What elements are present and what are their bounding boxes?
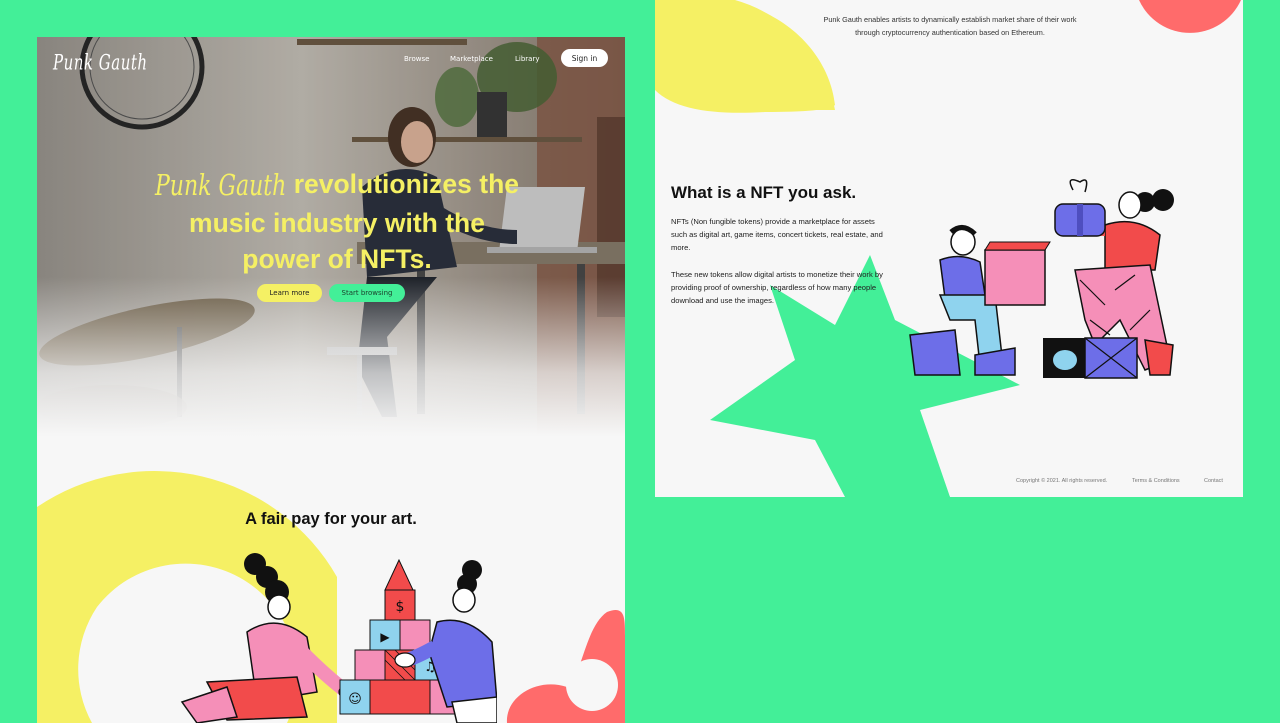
hero-brand-wordmark: Punk Gauth — [154, 170, 287, 203]
hero-fade-overlay — [37, 277, 625, 437]
nft-paragraph-2: These new tokens allow digital artists t… — [671, 270, 883, 305]
nav-link-library[interactable]: Library — [515, 55, 539, 63]
play-block-symbol: ▶ — [380, 630, 390, 644]
gift-exchange-illustration — [909, 179, 1174, 379]
coral-blob-hole — [566, 659, 618, 711]
sign-in-button[interactable]: Sign in — [561, 49, 608, 67]
brand-logo[interactable]: Punk Gauth — [53, 49, 148, 75]
footer-contact-link[interactable]: Contact — [1204, 478, 1223, 484]
hero-headline: Punk Gauth revolutionizes the music indu… — [117, 166, 557, 277]
landing-page-bottom: Punk Gauth enables artists to dynamicall… — [655, 0, 1243, 497]
hero-headline-line-1: revolutionizes the — [293, 169, 519, 199]
learn-more-button[interactable]: Learn more — [257, 284, 322, 302]
landing-page-top: Punk Gauth Browse Marketplace Library Si… — [37, 37, 625, 723]
nft-paragraph-1: NFTs (Non fungible tokens) provide a mar… — [671, 217, 883, 252]
footer-copyright: Copyright © 2021. All rights reserved. — [1016, 478, 1108, 484]
hero-section: Punk Gauth Browse Marketplace Library Si… — [37, 37, 625, 437]
building-blocks-illustration: $ ▶ ♫ ☺ — [180, 553, 497, 723]
coral-arc-shape — [1139, 0, 1241, 33]
smiley-block-symbol: ☺ — [348, 692, 362, 707]
nav-link-marketplace[interactable]: Marketplace — [450, 55, 493, 63]
fair-pay-heading: A fair pay for your art. — [245, 510, 417, 528]
hero-headline-line-2: music industry with the — [189, 208, 485, 238]
footer-terms-link[interactable]: Terms & Conditions — [1132, 478, 1180, 484]
dollar-block-symbol: $ — [396, 599, 405, 615]
intro-paragraph: Punk Gauth enables artists to dynamicall… — [823, 15, 1077, 37]
nft-section-heading: What is a NFT you ask. — [671, 183, 857, 202]
start-browsing-button[interactable]: Start browsing — [329, 284, 405, 302]
hero-headline-line-3: power of NFTs. — [242, 244, 432, 274]
nav-link-browse[interactable]: Browse — [404, 55, 430, 63]
